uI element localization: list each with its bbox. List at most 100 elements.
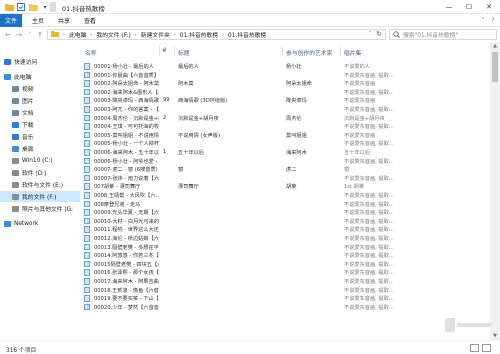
breadcrumb-separator: › <box>63 31 65 38</box>
file-row[interactable]: 00014.阿悠悠 - 你若三冬【六... 不说爱东音画, 提取... <box>80 251 490 259</box>
sidebar-item-label: 文档 <box>22 111 34 117</box>
chevron-down-icon[interactable]: ▾ <box>40 2 50 12</box>
file-row[interactable]: 00010-大籽 - 白月光与来的梦... 不说爱东音画, 提取... <box>80 217 490 225</box>
sidebar-item-drive-d[interactable]: 软件 (D:) <box>0 167 80 178</box>
file-row[interactable]: 00005-杨小壮 - 一个人掉杆... 不说爱东音画, 提取... <box>80 139 490 147</box>
help-icon[interactable]: ? <box>488 14 498 27</box>
column-header-title[interactable]: 标题 <box>178 48 190 57</box>
address-bar[interactable]: › 此电脑 › 我的文件 (F:) › 新建文件夹 › 01.抖音热歌榜 › 0… <box>47 29 386 40</box>
tab-home[interactable]: 主页 <box>28 14 48 27</box>
forward-arrow-icon[interactable]: → <box>14 30 24 39</box>
file-row[interactable]: 00006-海来阿木 - 五十年以后 1 五十年以后 海来阿木 五十年以后 <box>80 148 490 156</box>
file-row[interactable]: 008摩登兄弟 - 走马 不说爱东音画, 提取... <box>80 200 490 208</box>
sidebar-item-documents[interactable]: 文档 <box>0 107 80 118</box>
sidebar-item-music[interactable]: 音乐 <box>0 131 80 142</box>
file-row[interactable]: 00017.海来阿木 - 阿果吉曲【... 不说爱东音画, 提取... <box>80 277 490 285</box>
ribbon-expand-icon[interactable]: ˅ <box>478 14 488 27</box>
sidebar-item-drive-f[interactable]: 我的文件 (F:) <box>0 191 80 202</box>
file-row[interactable]: 00007-虎二 - 窗 (6嗖音质) 窗 虎二 窗 <box>80 165 490 173</box>
maximize-icon[interactable]: ☐ <box>460 1 478 13</box>
sidebar-item-drive-e[interactable]: 软件与文件 (E:) <box>0 179 80 190</box>
sidebar-item-downloads[interactable]: 下载 <box>0 119 80 130</box>
column-separator[interactable] <box>282 46 283 56</box>
sidebar-item-label: 软件 (D:) <box>22 171 47 177</box>
file-row[interactable]: 00016.张泽熙 - 那个女孩【六... 不说爱东音画, 提取... <box>80 268 490 276</box>
cell-album: 不说爱东音画, 提取... <box>344 141 394 148</box>
sidebar-item-quick-access[interactable]: 快速访问 <box>0 56 80 67</box>
breadcrumb-new-folder[interactable]: 新建文件夹 <box>141 30 170 39</box>
tab-view[interactable]: 查看 <box>80 14 100 27</box>
breadcrumb-this-pc[interactable]: 此电脑 <box>69 30 86 39</box>
scroll-thumb[interactable] <box>492 52 498 82</box>
file-row[interactable]: 00004-周杰伦 - 沉默是金+胡月... 2 沉默是金+胡月夜 周杰伦 沉默是金+胡… <box>80 114 490 122</box>
file-row[interactable]: 00009.光头华夏 - 无期【六音... 不说爱东音画, 提取... <box>80 208 490 216</box>
file-row[interactable]: 00004-王琪 - 可可托海的牧羊... 不说爱东音画, 提取... <box>80 122 490 130</box>
sidebar-item-desktop[interactable]: 桌面 <box>0 143 80 154</box>
cell-name: 008摩登兄弟 - 走马 <box>94 201 141 208</box>
column-header-number[interactable]: # <box>162 48 167 54</box>
file-row[interactable]: 00003-阿兀 - 你的答案 - 【六... 不说爱东音画, 提取... <box>80 105 490 113</box>
folder-icon[interactable] <box>4 2 14 12</box>
column-header-name[interactable]: 名称 <box>85 48 97 57</box>
sidebar-item-pictures[interactable]: 图片 <box>0 95 80 106</box>
details-view-icon[interactable] <box>470 344 479 352</box>
sidebar-item-label: 视频 <box>22 87 34 93</box>
minimize-icon[interactable]: — <box>440 1 458 13</box>
file-row[interactable]: 00005-莫叫姐姐 - 不说用情 (女... 不说用情 (女声版) 莫叫姐姐 不说爱… <box>80 131 490 139</box>
file-row[interactable]: 00015隔壁老樊 - 四块五【六... 不说爱东音画, 提取... <box>80 260 490 268</box>
search-box[interactable]: 搜索"01.抖音热歌榜" <box>389 29 497 40</box>
file-row[interactable]: 00002-海来阿木&图形人【六... 不说爱东音画, 提取... <box>80 88 490 96</box>
file-row[interactable]: 00006-杨小壮 - 阿爷也爱 - 【... 不说爱东音画, 提取... <box>80 157 490 165</box>
file-row[interactable]: 007胡莱 - 漂司舞厅 漂司舞厅 胡莱 1st.胡莱 <box>80 182 490 190</box>
cell-artist: 虎二 <box>286 167 297 174</box>
star-icon <box>4 58 11 65</box>
tab-file[interactable]: 文件 <box>0 14 22 27</box>
file-row[interactable]: 00002-阿朵太姐命 - 阿木莫 阿木莫 阿朵太姐命 不说爱东音画 <box>80 79 490 87</box>
audio-file-icon <box>84 209 90 216</box>
breadcrumb-drive-f[interactable]: 我的文件 (F:) <box>96 30 130 39</box>
up-arrow-icon[interactable]: ↑ <box>35 30 45 39</box>
file-row[interactable]: 00012.海伦 - 桥边姑娘【六音... 不说爱东音画, 提取... <box>80 234 490 242</box>
cell-name: 00001-杨小壮 - 最后的人 <box>94 64 154 70</box>
file-row[interactable]: 00011.程响 - 世界这么大还是遇... 不说爱东音画, 提取... <box>80 225 490 233</box>
sidebar-item-this-pc[interactable]: 此电脑 <box>0 71 80 82</box>
column-header-artist[interactable]: 参与创作的艺术家 <box>286 48 332 57</box>
file-row[interactable]: 00020.少年 - 梦然【六音音... 不说爱东音画, 提取... <box>80 303 490 311</box>
recent-dropdown-icon[interactable]: ˅ <box>25 30 35 39</box>
column-separator[interactable] <box>174 46 175 56</box>
refresh-icon[interactable]: ↻ <box>376 30 382 38</box>
computer-icon <box>4 73 11 80</box>
column-separator[interactable] <box>159 46 160 56</box>
check-icon[interactable] <box>16 2 26 12</box>
file-row[interactable]: 00018.王贰浪 - 像鱼【六音音... 不说爱东音画, 提取... <box>80 286 490 294</box>
column-header-album[interactable]: 唱片集 <box>344 48 361 57</box>
sidebar-item-drive-g[interactable]: 照片与其他文件 (G: <box>0 203 80 214</box>
audio-file-icon <box>84 260 90 268</box>
new-folder-icon[interactable] <box>28 2 38 12</box>
cell-name: 00007-虎二 - 窗 (6嗖音质) <box>94 167 158 174</box>
file-row[interactable]: 0008.王靖帮 - 大风吹【六... 不说爱东音画, 提取... <box>80 191 490 199</box>
file-row[interactable]: 00013.隔壁老樊 - 多想在平庸的... 不说爱东音画, 提取... <box>80 243 490 251</box>
file-row[interactable]: 00007-张炜 - 雨力说着【六... 不说爱东音画, 提取... <box>80 174 490 182</box>
file-row[interactable]: 00001-杨小壮 - 最后的人 最后的人 杨小壮 不说爱的人 <box>80 62 490 70</box>
cell-album: 不说爱东音画 <box>344 98 376 105</box>
large-icons-view-icon[interactable] <box>482 344 491 352</box>
file-row[interactable]: 00003-降央卓玛 - 西海情歌 99 西海情歌 (3D环绕版) 降央卓玛 不说爱东音… <box>80 96 490 104</box>
column-separator[interactable] <box>340 46 341 56</box>
sidebar-item-videos[interactable]: 视频 <box>0 83 80 94</box>
cell-album: 1st.胡莱 <box>344 184 365 191</box>
breadcrumb-current[interactable]: 01.抖音热歌榜 <box>228 30 266 39</box>
breadcrumb-parent[interactable]: 01.抖音热歌榜 <box>180 30 218 39</box>
sidebar-item-drive-c[interactable]: Win10 (C:) <box>0 155 80 166</box>
file-row[interactable]: 00001-你晨曲【六音音质】 不说爱东音画, 提取... <box>80 71 490 79</box>
sidebar-item-network[interactable]: Network <box>0 218 80 229</box>
cell-title: 沉默是金+胡月夜 <box>178 115 219 122</box>
scroll-up-icon[interactable]: ▲ <box>490 42 500 50</box>
file-row[interactable]: 00019.要不要买菜 - 下山【六... 不说爱东音画, 提取... <box>80 294 490 302</box>
sidebar-item-label: 软件与文件 (E:) <box>22 183 63 189</box>
close-icon[interactable]: ✕ <box>480 1 498 13</box>
address-dropdown-icon[interactable]: ˅ <box>369 31 372 37</box>
back-arrow-icon[interactable]: ← <box>3 30 13 39</box>
vertical-scrollbar[interactable]: ▲ ▼ <box>490 42 500 340</box>
tab-share[interactable]: 共享 <box>54 14 74 27</box>
